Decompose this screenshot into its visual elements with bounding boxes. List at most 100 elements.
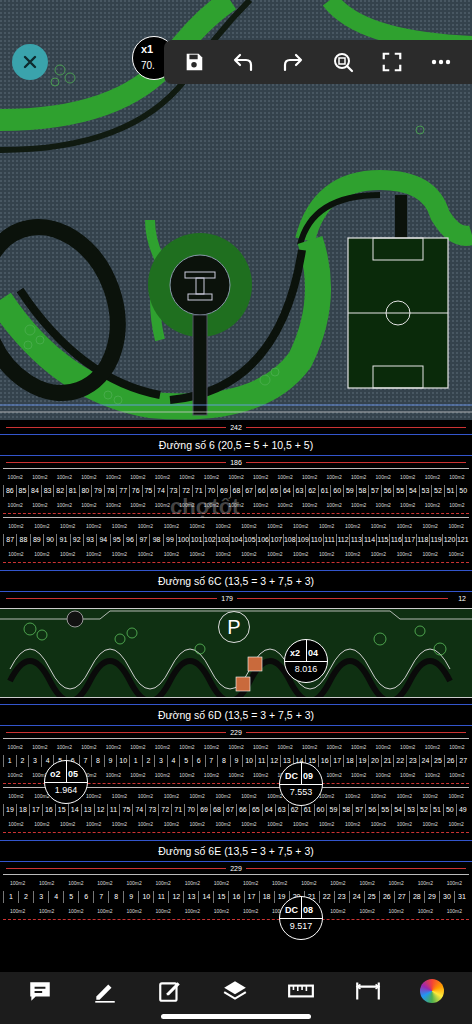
lot-cell[interactable]: 4 bbox=[167, 755, 180, 767]
lot-cell[interactable]: 66 bbox=[255, 485, 268, 497]
lot-cell[interactable]: 57 bbox=[352, 804, 365, 816]
lot-cell[interactable]: 16 bbox=[42, 804, 55, 816]
lot-cell[interactable]: 118 bbox=[416, 534, 429, 546]
lot-cell[interactable]: 119 bbox=[429, 534, 442, 546]
lot-cell[interactable]: 5 bbox=[63, 891, 78, 903]
lot-cell[interactable]: 62 bbox=[305, 485, 318, 497]
lot-cell[interactable]: 71 bbox=[192, 485, 205, 497]
lot-cell[interactable]: 15 bbox=[213, 891, 228, 903]
lot-cell[interactable]: 21 bbox=[381, 755, 394, 767]
lot-cell[interactable]: 67 bbox=[223, 804, 236, 816]
lot-cell[interactable]: 77 bbox=[116, 485, 129, 497]
fullscreen-icon[interactable] bbox=[381, 51, 403, 73]
lot-cell[interactable]: 63 bbox=[293, 485, 306, 497]
lot-cell[interactable]: 51 bbox=[430, 804, 443, 816]
lot-cell[interactable]: 13 bbox=[81, 804, 94, 816]
lot-cell[interactable]: 79 bbox=[91, 485, 104, 497]
lot-cell[interactable]: 76 bbox=[129, 485, 142, 497]
lot-cell[interactable]: 28 bbox=[409, 891, 424, 903]
lot-cell[interactable]: 14 bbox=[198, 891, 213, 903]
lot-cell[interactable]: 108 bbox=[283, 534, 296, 546]
lot-cell[interactable]: 89 bbox=[30, 534, 43, 546]
lot-cell[interactable]: 18 bbox=[16, 804, 29, 816]
lot-cell[interactable]: 11 bbox=[153, 891, 168, 903]
lot-cell[interactable]: 115 bbox=[376, 534, 389, 546]
lot-cell[interactable]: 12 bbox=[94, 804, 107, 816]
lot-cell[interactable]: 94 bbox=[96, 534, 109, 546]
lot-cell[interactable]: 2 bbox=[142, 755, 155, 767]
lot-cell[interactable]: 22 bbox=[393, 755, 406, 767]
lot-cell[interactable]: 16 bbox=[318, 755, 331, 767]
redo-icon[interactable] bbox=[281, 50, 305, 74]
lot-cell[interactable]: 68 bbox=[210, 804, 223, 816]
lot-cell[interactable]: 23 bbox=[334, 891, 349, 903]
lot-badge[interactable]: x2048.016 bbox=[284, 639, 328, 683]
lot-cell[interactable]: 17 bbox=[29, 804, 42, 816]
lot-cell[interactable]: 91 bbox=[56, 534, 69, 546]
lot-cell[interactable]: 9 bbox=[104, 755, 117, 767]
lot-cell[interactable]: 111 bbox=[323, 534, 336, 546]
lot-cell[interactable]: 70 bbox=[184, 804, 197, 816]
lot-cell[interactable]: 109 bbox=[296, 534, 309, 546]
lot-cell[interactable]: 61 bbox=[318, 485, 331, 497]
zoom-extents-icon[interactable] bbox=[331, 50, 355, 74]
color-wheel-icon[interactable] bbox=[420, 979, 444, 1003]
lot-cell[interactable]: 86 bbox=[3, 485, 16, 497]
lot-cell[interactable]: 1 bbox=[3, 891, 18, 903]
ruler-icon[interactable] bbox=[287, 978, 315, 1004]
lot-cell[interactable]: 81 bbox=[66, 485, 79, 497]
lot-cell[interactable]: 116 bbox=[389, 534, 402, 546]
lot-cell[interactable]: 53 bbox=[404, 804, 417, 816]
lot-cell[interactable]: 88 bbox=[16, 534, 29, 546]
lot-cell[interactable]: 58 bbox=[339, 804, 352, 816]
lot-cell[interactable]: 22 bbox=[319, 891, 334, 903]
lot-cell[interactable]: 3 bbox=[28, 755, 41, 767]
lot-cell[interactable]: 50 bbox=[456, 485, 469, 497]
lot-cell[interactable]: 17 bbox=[330, 755, 343, 767]
lot-cell[interactable]: 31 bbox=[454, 891, 469, 903]
lot-cell[interactable]: 80 bbox=[79, 485, 92, 497]
edit-icon[interactable] bbox=[157, 978, 183, 1004]
lot-cell[interactable]: 3 bbox=[154, 755, 167, 767]
lot-cell[interactable]: 93 bbox=[83, 534, 96, 546]
green-strip[interactable]: 17912Px2048.016 bbox=[0, 592, 472, 704]
lot-cell[interactable]: 49 bbox=[456, 804, 469, 816]
lot-cell[interactable]: 4 bbox=[48, 891, 63, 903]
lot-cell[interactable]: 59 bbox=[343, 485, 356, 497]
lot-cell[interactable]: 55 bbox=[393, 485, 406, 497]
lot-cell[interactable]: 24 bbox=[419, 755, 432, 767]
lot-cell[interactable]: 52 bbox=[431, 485, 444, 497]
lot-cell[interactable]: 103 bbox=[216, 534, 229, 546]
lot-cell[interactable]: 78 bbox=[104, 485, 117, 497]
lot-block[interactable]: 229100m2100m2100m2100m2100m2100m2100m210… bbox=[0, 862, 472, 927]
lot-cell[interactable]: 3 bbox=[33, 891, 48, 903]
lot-cell[interactable]: 82 bbox=[53, 485, 66, 497]
lot-cell[interactable]: 66 bbox=[236, 804, 249, 816]
lot-cell[interactable]: 9 bbox=[230, 755, 243, 767]
lot-cell[interactable]: 64 bbox=[262, 804, 275, 816]
lot-cell[interactable]: 101 bbox=[189, 534, 202, 546]
lot-cell[interactable]: 67 bbox=[242, 485, 255, 497]
lot-cell[interactable]: 92 bbox=[70, 534, 83, 546]
lot-cell[interactable]: 51 bbox=[444, 485, 457, 497]
lot-cell[interactable]: 72 bbox=[179, 485, 192, 497]
lot-cell[interactable]: 85 bbox=[16, 485, 29, 497]
lot-cell[interactable]: 26 bbox=[444, 755, 457, 767]
lot-cell[interactable]: 13 bbox=[183, 891, 198, 903]
lot-cell[interactable]: 10 bbox=[116, 755, 129, 767]
dimension-icon[interactable] bbox=[354, 978, 382, 1004]
lot-cell[interactable]: 7 bbox=[93, 891, 108, 903]
lot-cell[interactable]: 60 bbox=[330, 485, 343, 497]
lot-cell[interactable]: 71 bbox=[171, 804, 184, 816]
lot-cell[interactable]: 53 bbox=[419, 485, 432, 497]
lot-cell[interactable]: 11 bbox=[255, 755, 268, 767]
lot-cell[interactable]: 54 bbox=[391, 804, 404, 816]
lot-badge[interactable]: DC089.517 bbox=[279, 896, 323, 940]
lot-cell[interactable]: 63 bbox=[275, 804, 288, 816]
lot-cell[interactable]: 10 bbox=[242, 755, 255, 767]
lot-cell[interactable]: 23 bbox=[406, 755, 419, 767]
lot-cell[interactable]: 69 bbox=[197, 804, 210, 816]
more-icon[interactable] bbox=[429, 50, 453, 74]
lot-cell[interactable]: 105 bbox=[243, 534, 256, 546]
lot-cell[interactable]: 74 bbox=[154, 485, 167, 497]
